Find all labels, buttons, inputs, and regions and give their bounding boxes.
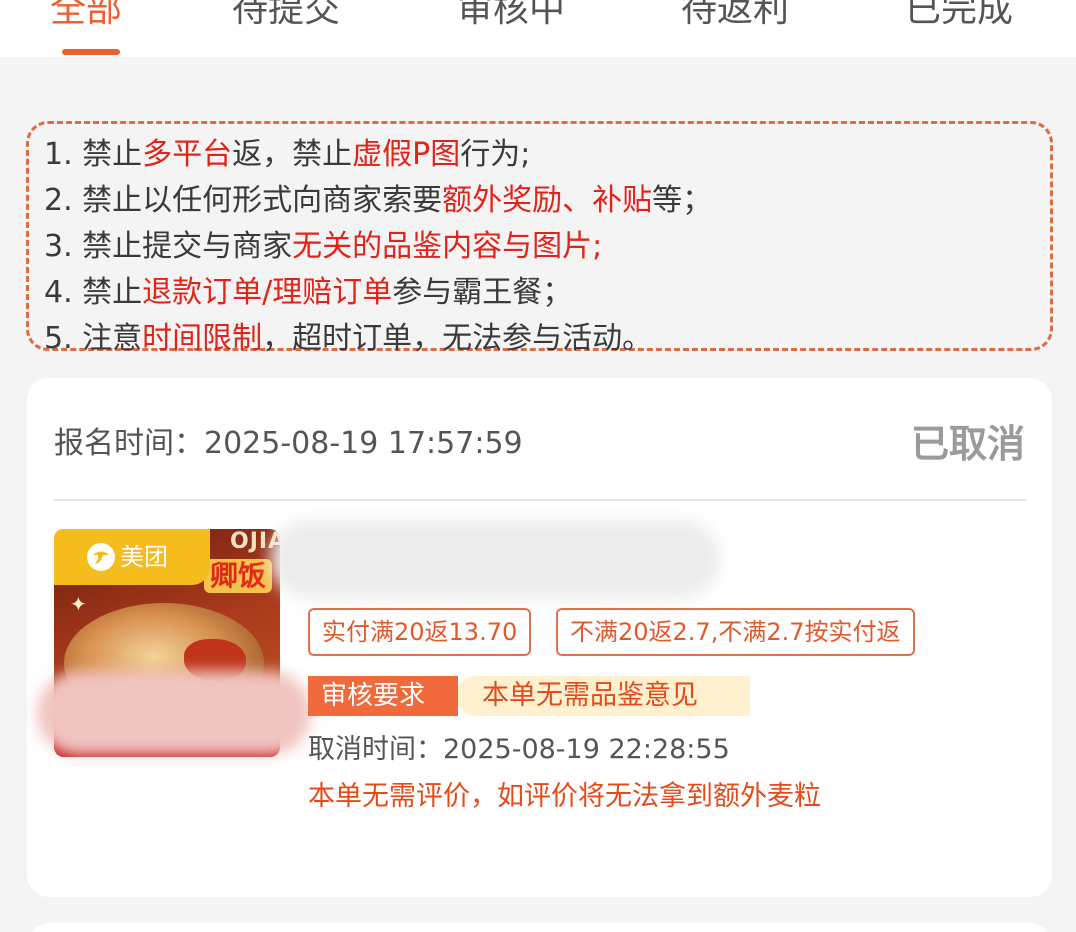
rule-text: 4. 禁止 <box>44 275 143 310</box>
signup-time: 报名时间：2025-08-19 17:57:59 <box>54 426 523 461</box>
tab-pending-rebate[interactable]: 待返利 <box>681 0 789 34</box>
rule-text: 3. 禁止提交与商家 <box>44 229 293 264</box>
tab-all[interactable]: 全部 <box>50 0 122 34</box>
rule-text: 行为; <box>460 137 531 172</box>
card-divider <box>54 499 1026 501</box>
order-status-tabbar: 全部 待提交 审核中 待返利 已完成 <box>0 0 1076 57</box>
platform-badge: 美团 <box>54 529 210 585</box>
rule-highlight: 虚假P图 <box>352 137 461 172</box>
order-status: 已取消 <box>910 422 1025 466</box>
review-requirement-value: 本单无需品鉴意见 <box>456 676 750 716</box>
review-requirement-label: 审核要求 <box>308 676 458 716</box>
sparkle-icon: ✦ <box>70 592 87 616</box>
order-card[interactable]: 报名时间：2025-08-19 17:57:59 已取消 OJIA 卿饭 ✦ 美… <box>27 378 1052 897</box>
rule-highlight: 无关的品鉴内容与图片; <box>292 229 603 264</box>
redacted-thumbnail-text <box>37 671 311 755</box>
rule-text: 5. 注意 <box>44 321 143 356</box>
rule-text: 2. 禁止以任何形式向商家索要 <box>44 183 443 218</box>
cancel-time: 取消时间：2025-08-19 22:28:55 <box>308 734 730 765</box>
rule-line-2: 2. 禁止以任何形式向商家索要额外奖励、补贴等； <box>44 178 1050 224</box>
tab-under-review[interactable]: 审核中 <box>457 0 565 34</box>
meituan-logo-icon <box>87 543 115 571</box>
order-note: 本单无需评价，如评价将无法拿到额外麦粒 <box>308 781 821 812</box>
redacted-store-name <box>270 520 720 598</box>
rule-line-4: 4. 禁止退款订单/理赔订单参与霸王餐； <box>44 270 1050 316</box>
rule-text: 参与霸王餐； <box>392 275 573 310</box>
tab-completed[interactable]: 已完成 <box>905 0 1013 34</box>
rule-text: 等； <box>652 183 713 218</box>
next-order-card[interactable] <box>27 923 1052 932</box>
tab-pending-submit[interactable]: 待提交 <box>232 0 340 34</box>
rule-text: ，超时订单，无法参与活动。 <box>262 321 653 356</box>
platform-badge-label: 美团 <box>120 543 168 571</box>
rebate-tag: 实付满20返13.70 <box>308 608 532 656</box>
rule-line-1: 1. 禁止多平台返，禁止虚假P图行为; <box>44 132 1050 178</box>
rule-line-5: 5. 注意时间限制，超时订单，无法参与活动。 <box>44 316 1050 362</box>
thumbnail-dish-word: 卿饭 <box>204 559 273 593</box>
active-tab-indicator <box>62 49 120 55</box>
rule-text: 返，禁止 <box>232 137 353 172</box>
rule-highlight: 时间限制 <box>142 321 263 356</box>
rebate-rule-tag: 不满20返2.7,不满2.7按实付返 <box>556 608 915 656</box>
rule-line-3: 3. 禁止提交与商家无关的品鉴内容与图片; <box>44 224 1050 270</box>
rule-highlight: 多平台 <box>142 137 233 172</box>
rule-text: 1. 禁止 <box>44 137 143 172</box>
rule-highlight: 退款订单/理赔订单 <box>142 275 393 310</box>
rule-highlight: 额外奖励、补贴 <box>442 183 653 218</box>
rules-notice: 1. 禁止多平台返，禁止虚假P图行为; 2. 禁止以任何形式向商家索要额外奖励、… <box>26 121 1053 356</box>
